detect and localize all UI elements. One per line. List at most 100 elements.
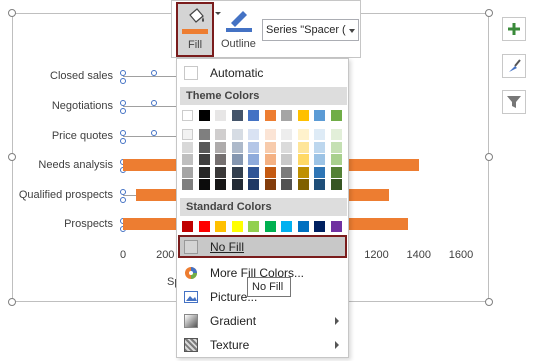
theme-color-swatch[interactable] [297, 141, 309, 153]
theme-color-swatch[interactable] [330, 110, 342, 121]
theme-color-swatch[interactable] [215, 166, 226, 178]
theme-color-swatch[interactable] [231, 154, 243, 165]
theme-color-swatch[interactable] [198, 166, 210, 178]
theme-color-swatch[interactable] [248, 129, 259, 140]
theme-color-swatch[interactable] [248, 166, 259, 178]
theme-color-swatch[interactable] [314, 154, 325, 165]
selection-handle[interactable] [120, 100, 126, 106]
theme-color-swatch[interactable] [281, 110, 292, 121]
chart-styles-button[interactable] [502, 54, 526, 78]
standard-color-swatch[interactable] [264, 221, 276, 232]
series-select[interactable]: Series "Spacer ( [262, 19, 359, 41]
theme-color-swatch[interactable] [248, 179, 259, 190]
theme-color-swatch[interactable] [314, 179, 325, 190]
standard-color-swatch[interactable] [198, 221, 210, 232]
standard-color-swatch[interactable] [314, 221, 325, 232]
automatic-option[interactable]: Automatic [178, 62, 347, 84]
theme-color-swatch[interactable] [182, 110, 193, 121]
theme-color-swatch[interactable] [231, 166, 243, 178]
theme-color-swatch[interactable] [182, 129, 193, 140]
theme-color-swatch[interactable] [264, 166, 276, 178]
chart-resize-handle[interactable] [485, 153, 493, 161]
selection-handle[interactable] [151, 130, 157, 136]
theme-color-swatch[interactable] [248, 141, 259, 153]
theme-color-swatch[interactable] [215, 110, 226, 121]
fill-button[interactable]: Fill [176, 2, 214, 57]
theme-color-swatch[interactable] [330, 154, 342, 165]
theme-color-swatch[interactable] [330, 141, 342, 153]
theme-color-swatch[interactable] [198, 129, 210, 140]
theme-color-swatch[interactable] [330, 166, 342, 178]
standard-color-swatch[interactable] [297, 221, 309, 232]
theme-color-swatch[interactable] [314, 110, 325, 121]
standard-color-swatch[interactable] [281, 221, 292, 232]
selection-handle[interactable] [151, 70, 157, 76]
theme-color-swatch[interactable] [198, 179, 210, 190]
theme-color-swatch[interactable] [281, 154, 292, 165]
theme-color-swatch[interactable] [215, 179, 226, 190]
theme-color-swatch[interactable] [330, 129, 342, 140]
selection-handle[interactable] [151, 100, 157, 106]
selection-handle[interactable] [120, 108, 126, 114]
theme-color-swatch[interactable] [281, 179, 292, 190]
theme-color-swatch[interactable] [215, 141, 226, 153]
texture-option[interactable]: Texture [178, 334, 347, 356]
theme-color-swatch[interactable] [248, 110, 259, 121]
theme-color-swatch[interactable] [264, 129, 276, 140]
theme-color-swatch[interactable] [281, 129, 292, 140]
fill-color-menu: Automatic Theme Colors Standard Colors N… [176, 58, 349, 358]
spacer-series-bar[interactable] [123, 106, 176, 107]
theme-color-swatch[interactable] [182, 154, 193, 165]
selection-handle[interactable] [120, 189, 126, 195]
theme-color-swatch[interactable] [182, 179, 193, 190]
theme-color-swatch[interactable] [281, 166, 292, 178]
no-fill-option[interactable]: No Fill [178, 235, 347, 258]
theme-color-swatch[interactable] [264, 110, 276, 121]
theme-color-swatch[interactable] [314, 166, 325, 178]
theme-color-swatch[interactable] [264, 179, 276, 190]
theme-color-swatch[interactable] [182, 166, 193, 178]
standard-color-swatch[interactable] [215, 221, 226, 232]
standard-color-swatch[interactable] [330, 221, 342, 232]
theme-color-swatch[interactable] [231, 110, 243, 121]
chart-resize-handle[interactable] [485, 9, 493, 17]
theme-color-swatch[interactable] [231, 141, 243, 153]
selection-handle[interactable] [120, 138, 126, 144]
chart-resize-handle[interactable] [8, 298, 16, 306]
theme-color-swatch[interactable] [248, 154, 259, 165]
theme-color-swatch[interactable] [314, 129, 325, 140]
theme-color-swatch[interactable] [198, 110, 210, 121]
theme-color-swatch[interactable] [231, 179, 243, 190]
theme-color-swatch[interactable] [215, 129, 226, 140]
standard-color-swatch[interactable] [231, 221, 243, 232]
theme-color-swatch[interactable] [198, 154, 210, 165]
outline-button[interactable]: Outline [221, 3, 261, 55]
selection-handle[interactable] [120, 78, 126, 84]
selection-handle[interactable] [120, 197, 126, 203]
theme-color-swatch[interactable] [182, 141, 193, 153]
theme-color-swatch[interactable] [231, 129, 243, 140]
standard-color-swatch[interactable] [182, 221, 193, 232]
chart-resize-handle[interactable] [485, 298, 493, 306]
gradient-option[interactable]: Gradient [178, 310, 347, 332]
standard-color-swatch[interactable] [248, 221, 259, 232]
theme-color-swatch[interactable] [297, 154, 309, 165]
theme-color-swatch[interactable] [314, 141, 325, 153]
theme-color-swatch[interactable] [297, 129, 309, 140]
theme-color-swatch[interactable] [330, 179, 342, 190]
spacer-series-bar[interactable] [123, 76, 176, 77]
chart-filters-button[interactable] [502, 90, 526, 114]
selection-handle[interactable] [120, 130, 126, 136]
theme-color-swatch[interactable] [297, 110, 309, 121]
theme-color-swatch[interactable] [297, 166, 309, 178]
chart-resize-handle[interactable] [8, 9, 16, 17]
theme-color-swatch[interactable] [297, 179, 309, 190]
theme-color-swatch[interactable] [281, 141, 292, 153]
theme-color-swatch[interactable] [264, 141, 276, 153]
theme-color-swatch[interactable] [264, 154, 276, 165]
theme-color-swatch[interactable] [198, 141, 210, 153]
selection-handle[interactable] [120, 70, 126, 76]
spacer-series-bar[interactable] [123, 136, 176, 137]
chart-elements-button[interactable] [502, 17, 526, 41]
theme-color-swatch[interactable] [215, 154, 226, 165]
